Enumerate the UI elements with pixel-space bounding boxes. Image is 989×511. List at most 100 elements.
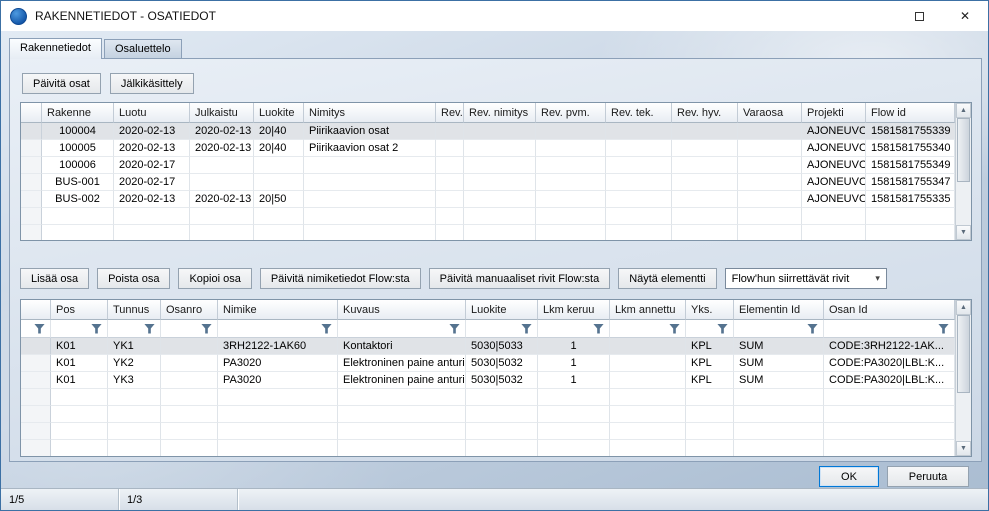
table-cell — [738, 140, 802, 157]
table-cell: AJONEUVO — [802, 140, 866, 157]
table-cell — [672, 140, 738, 157]
filter-funnel-icon[interactable] — [807, 324, 818, 334]
table-cell: 2020-02-13 — [114, 123, 190, 140]
parts-vertical-scrollbar[interactable]: ▲ ▼ — [955, 300, 971, 456]
filter-funnel-icon[interactable] — [321, 324, 332, 334]
row-selector[interactable] — [21, 140, 42, 157]
scroll-track[interactable] — [956, 315, 971, 441]
column-header[interactable]: Rev. — [436, 103, 464, 123]
column-header[interactable]: Nimitys — [304, 103, 436, 123]
column-header[interactable]: Luokite — [466, 300, 538, 320]
ok-button[interactable]: OK — [819, 466, 879, 487]
column-header[interactable]: Rev. nimitys — [464, 103, 536, 123]
column-header[interactable]: Rev. tek. — [606, 103, 672, 123]
column-header[interactable]: Rev. hyv. — [672, 103, 738, 123]
scroll-thumb[interactable] — [957, 118, 970, 182]
table-cell: KPL — [686, 355, 734, 372]
column-header[interactable]: Yks. — [686, 300, 734, 320]
column-header[interactable]: Lkm annettu — [610, 300, 686, 320]
parts-table-frame: PosTunnusOsanroNimikeKuvausLuokiteLkm ke… — [20, 299, 972, 457]
column-header[interactable]: Tunnus — [108, 300, 161, 320]
tab-rakennetiedot[interactable]: Rakennetiedot — [9, 38, 102, 59]
filter-funnel-icon[interactable] — [669, 324, 680, 334]
window-title: RAKENNETIEDOT - OSATIEDOT — [35, 9, 216, 23]
status-part-count: 1/3 — [119, 489, 238, 510]
table-row[interactable]: 1000062020-02-17AJONEUVO1581581755349 — [21, 157, 955, 174]
jalkikasittely-button[interactable]: Jälkikäsittely — [110, 73, 194, 94]
tab-osaluettelo[interactable]: Osaluettelo — [104, 39, 182, 59]
row-selector[interactable] — [21, 191, 42, 208]
filter-funnel-icon[interactable] — [717, 324, 728, 334]
table-cell — [304, 174, 436, 191]
poista-osa-button[interactable]: Poista osa — [97, 268, 170, 289]
filter-funnel-icon[interactable] — [938, 324, 949, 334]
column-header[interactable]: Nimike — [218, 300, 338, 320]
maximize-button[interactable] — [896, 1, 942, 31]
structures-table: RakenneLuotuJulkaistuLuokiteNimitysRev.R… — [21, 103, 955, 240]
scroll-track[interactable] — [956, 118, 971, 225]
column-header[interactable]: Julkaistu — [190, 103, 254, 123]
column-header[interactable]: Kuvaus — [338, 300, 466, 320]
selector-header[interactable] — [21, 300, 51, 320]
table-cell: K01 — [51, 355, 108, 372]
table-row[interactable]: 1000042020-02-132020-02-1320|40Piirikaav… — [21, 123, 955, 140]
filter-funnel-icon[interactable] — [91, 324, 102, 334]
row-selector[interactable] — [21, 338, 51, 355]
table-cell: YK3 — [108, 372, 161, 389]
column-header[interactable]: Osan Id — [824, 300, 955, 320]
row-selector[interactable] — [21, 157, 42, 174]
table-row[interactable]: 1000052020-02-132020-02-1320|40Piirikaav… — [21, 140, 955, 157]
filter-funnel-icon[interactable] — [144, 324, 155, 334]
maximize-icon — [915, 12, 924, 21]
column-header[interactable]: Elementin Id — [734, 300, 824, 320]
paivita-osat-button[interactable]: Päivitä osat — [22, 73, 101, 94]
column-header[interactable]: Lkm keruu — [538, 300, 610, 320]
row-selector[interactable] — [21, 355, 51, 372]
close-button[interactable]: ✕ — [942, 1, 988, 31]
table-cell: AJONEUVO — [802, 191, 866, 208]
column-header[interactable]: Projekti — [802, 103, 866, 123]
nayta-elementti-button[interactable]: Näytä elementti — [618, 268, 716, 289]
scroll-down-icon[interactable]: ▼ — [956, 441, 971, 456]
selector-header[interactable] — [21, 103, 42, 123]
structures-vertical-scrollbar[interactable]: ▲ ▼ — [955, 103, 971, 240]
paivita-manuaaliset-rivit-button[interactable]: Päivitä manuaaliset rivit Flow:sta — [429, 268, 611, 289]
scroll-down-icon[interactable]: ▼ — [956, 225, 971, 240]
column-header[interactable]: Osanro — [161, 300, 218, 320]
table-cell — [606, 123, 672, 140]
lisaa-osa-button[interactable]: Lisää osa — [20, 268, 89, 289]
row-selector[interactable] — [21, 372, 51, 389]
scroll-thumb[interactable] — [957, 315, 970, 393]
table-cell: Elektroninen paine anturi — [338, 372, 466, 389]
column-header[interactable]: Rakenne — [42, 103, 114, 123]
kopioi-osa-button[interactable]: Kopioi osa — [178, 268, 251, 289]
filter-funnel-icon[interactable] — [34, 324, 45, 334]
table-cell — [254, 157, 304, 174]
row-selector[interactable] — [21, 123, 42, 140]
table-row[interactable]: K01YK3PA3020Elektroninen paine anturi503… — [21, 372, 955, 389]
rows-filter-dropdown[interactable]: Flow'hun siirrettävät rivit ▾ — [725, 268, 887, 289]
table-row[interactable]: K01YK13RH2122-1AK60Kontaktori5030|50331K… — [21, 338, 955, 355]
column-header[interactable]: Rev. pvm. — [536, 103, 606, 123]
filter-funnel-icon[interactable] — [449, 324, 460, 334]
filter-funnel-icon[interactable] — [593, 324, 604, 334]
table-row[interactable]: K01YK2PA3020Elektroninen paine anturi503… — [21, 355, 955, 372]
filter-funnel-icon[interactable] — [521, 324, 532, 334]
empty-row — [21, 225, 955, 240]
table-cell — [610, 355, 686, 372]
table-row[interactable]: BUS-0022020-02-132020-02-1320|50AJONEUVO… — [21, 191, 955, 208]
column-header[interactable]: Luokite — [254, 103, 304, 123]
scroll-up-icon[interactable]: ▲ — [956, 103, 971, 118]
filter-funnel-icon[interactable] — [201, 324, 212, 334]
table-cell: 20|40 — [254, 140, 304, 157]
paivita-nimiketiedot-button[interactable]: Päivitä nimiketiedot Flow:sta — [260, 268, 421, 289]
cancel-button[interactable]: Peruuta — [887, 466, 969, 487]
column-header[interactable]: Pos — [51, 300, 108, 320]
column-header[interactable]: Varaosa — [738, 103, 802, 123]
table-cell — [436, 174, 464, 191]
column-header[interactable]: Flow id — [866, 103, 955, 123]
row-selector[interactable] — [21, 174, 42, 191]
scroll-up-icon[interactable]: ▲ — [956, 300, 971, 315]
table-row[interactable]: BUS-0012020-02-17AJONEUVO1581581755347 — [21, 174, 955, 191]
column-header[interactable]: Luotu — [114, 103, 190, 123]
